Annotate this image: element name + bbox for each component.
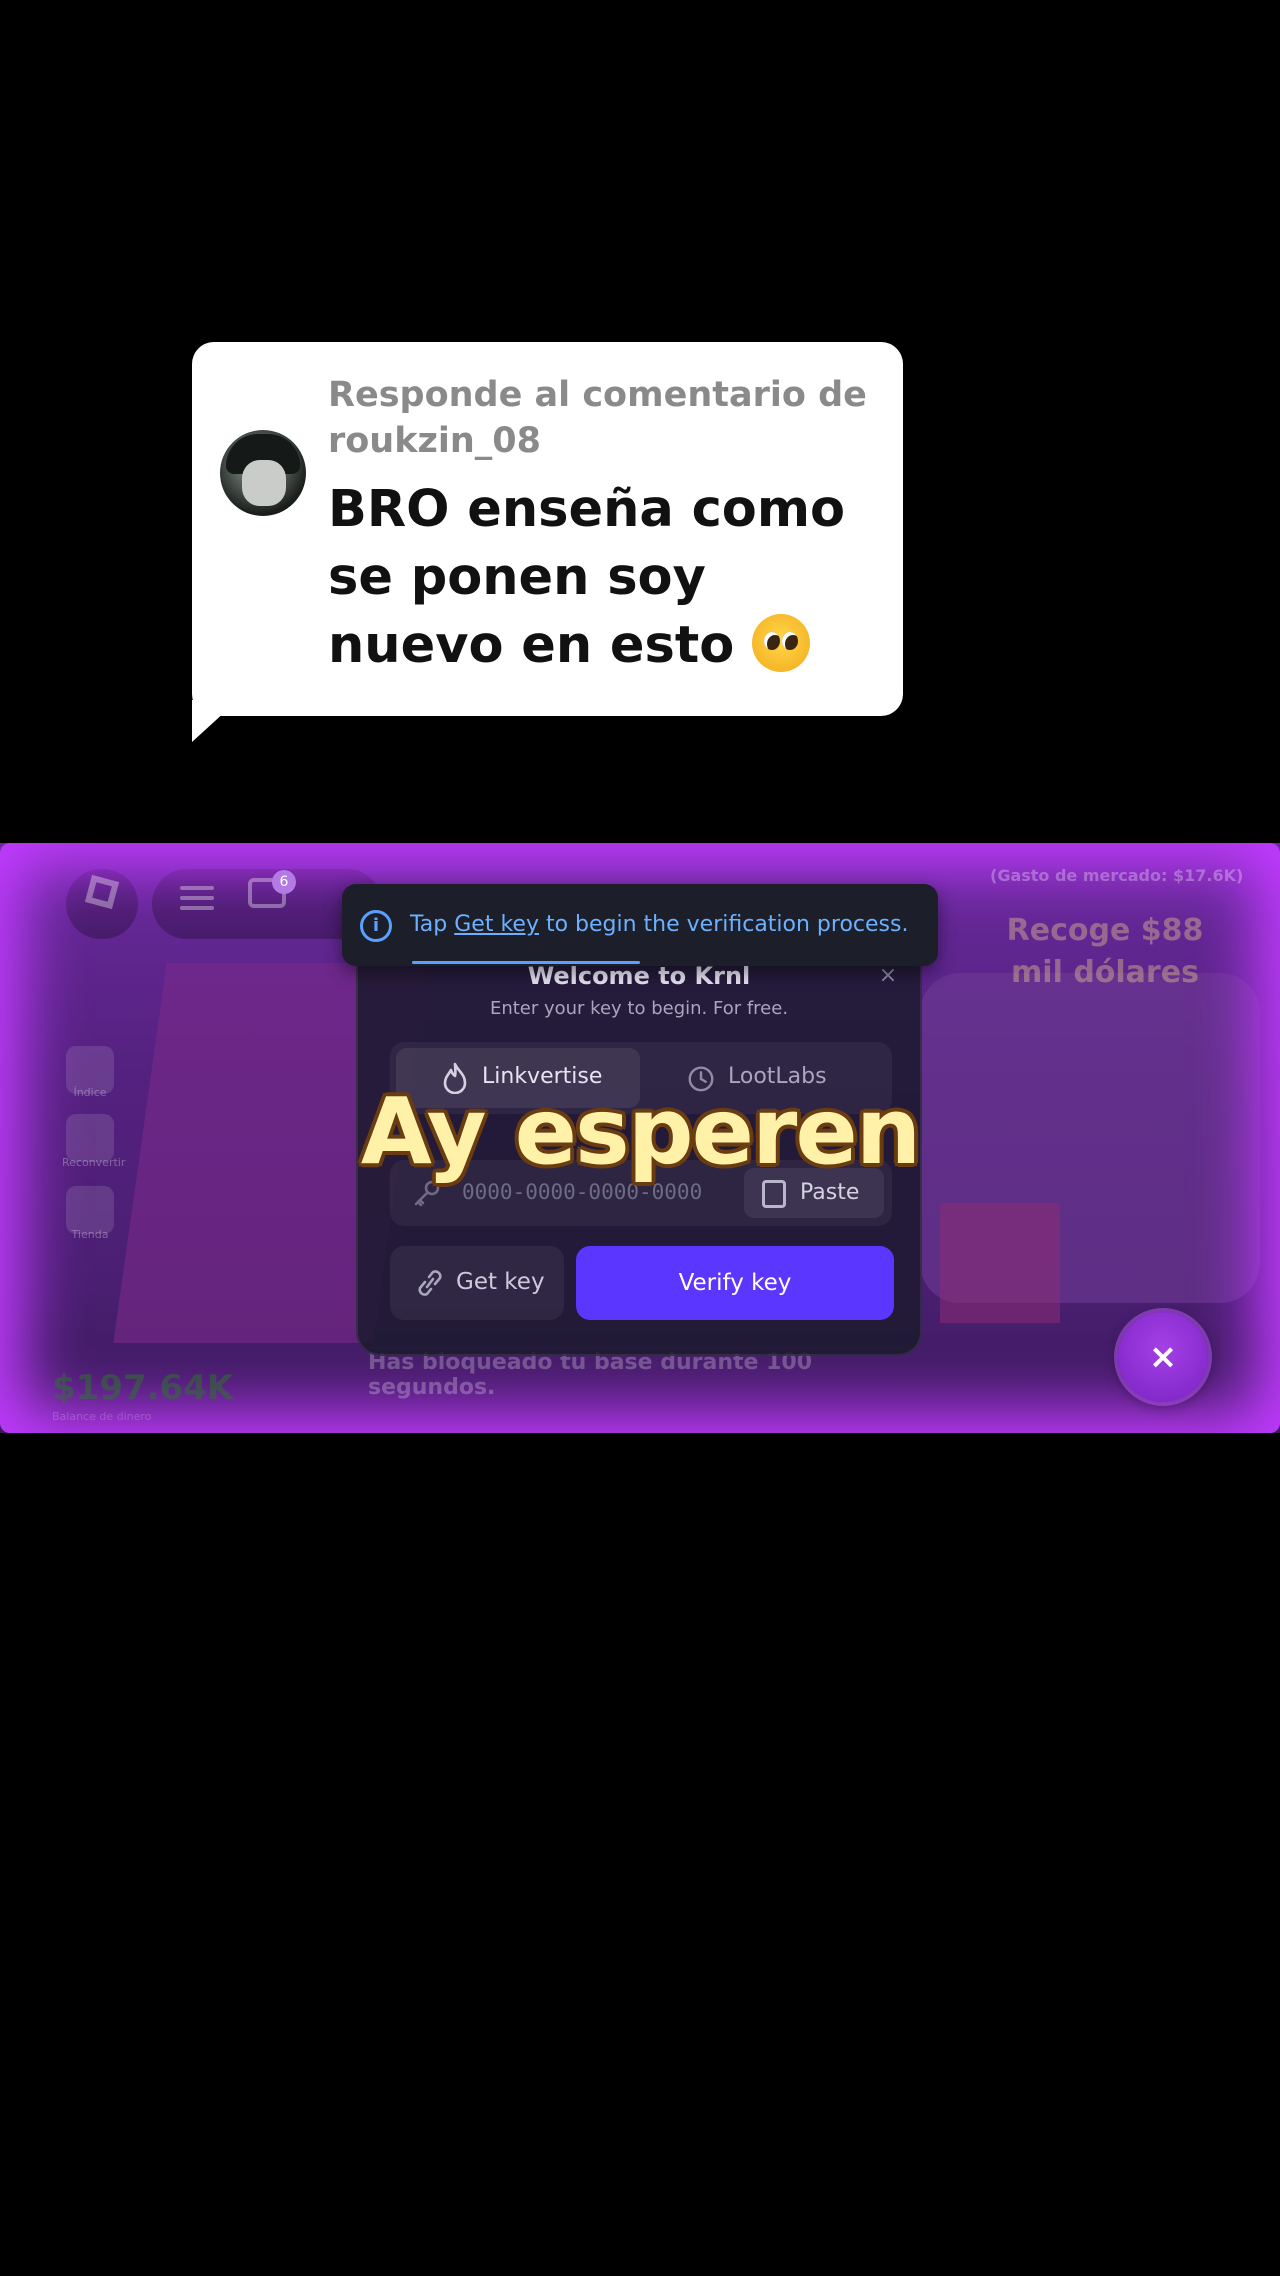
link-icon	[418, 1270, 442, 1296]
base-locked-message: Has bloqueado tu base durante 100 segund…	[368, 1350, 813, 1400]
get-key-label: Get key	[456, 1269, 545, 1295]
shop-icon[interactable]	[66, 1186, 114, 1234]
close-icon: ×	[1148, 1337, 1178, 1377]
dialog-close-icon[interactable]: ×	[876, 964, 900, 988]
pleading-face-emoji-icon	[752, 614, 811, 672]
video-caption: Ay esperen	[360, 1078, 922, 1185]
sidebar-label-shop: Tienda	[71, 1228, 109, 1241]
comment-text: BRO enseña como se ponen soy nuevo en es…	[328, 480, 846, 675]
dialog-subtitle: Enter your key to begin. For free.	[489, 998, 789, 1019]
hamburger-menu-icon[interactable]	[180, 880, 214, 916]
comment-reply-card: Responde al comentario de roukzin_08 BRO…	[192, 342, 903, 716]
get-key-button[interactable]: Get key	[390, 1246, 564, 1320]
info-icon: i	[360, 910, 392, 942]
commenter-avatar	[220, 430, 306, 516]
tooltip-progress-bar	[412, 961, 640, 964]
floating-close-button[interactable]: ×	[1118, 1312, 1208, 1402]
tooltip-text: Tap Get key to begin the verification pr…	[410, 912, 909, 937]
verify-key-button[interactable]: Verify key	[576, 1246, 894, 1320]
dialog-title: Welcome to Krnl	[527, 962, 751, 990]
comment-bubble-tail	[192, 700, 238, 742]
tooltip-get-key-link[interactable]: Get key	[454, 912, 539, 937]
collect-label: Recoge $88 mil dólares	[1006, 913, 1204, 990]
reply-to-label: Responde al comentario de roukzin_08	[328, 375, 867, 461]
chat-count-badge: 6	[272, 870, 296, 894]
verification-tooltip: i Tap Get key to begin the verification …	[342, 884, 938, 966]
money-balance-label: Balance de dinero	[52, 1410, 152, 1423]
market-spend-label: (Gasto de mercado: $17.6K)	[990, 866, 1244, 885]
money-balance: $197.64K	[52, 1368, 234, 1408]
